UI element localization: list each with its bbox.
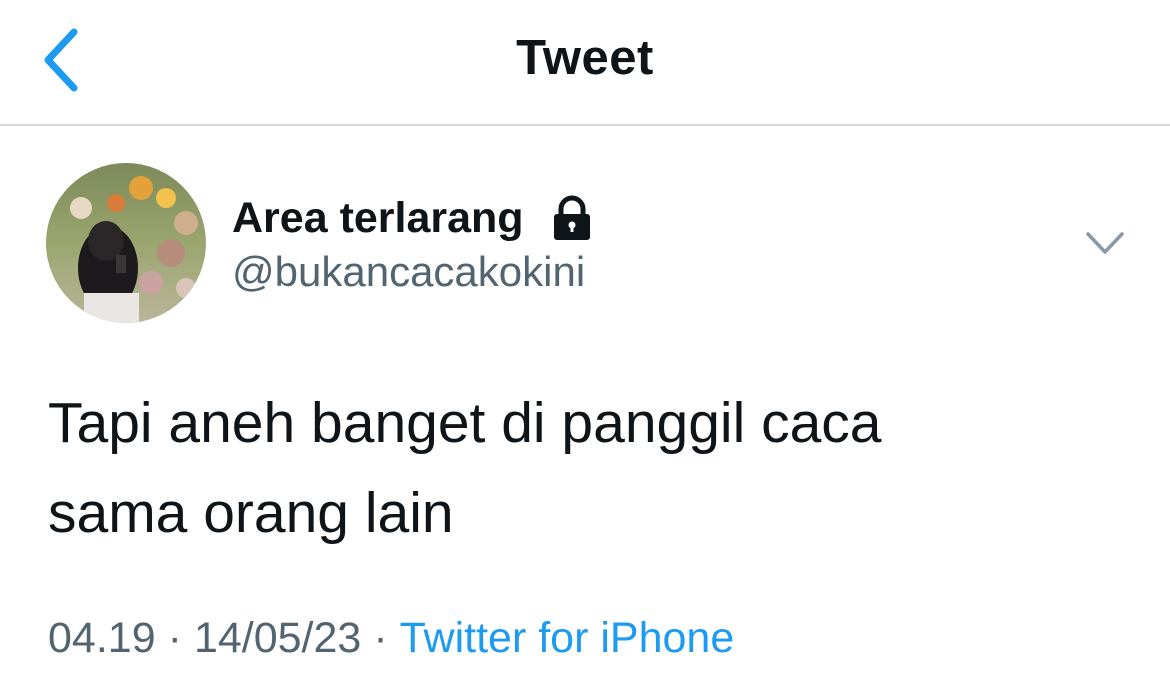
tweet-text-line: sama orang lain — [48, 481, 454, 545]
tweet-date: 14/05/23 — [193, 614, 362, 662]
chevron-down-icon — [1086, 232, 1124, 254]
lock-icon — [550, 195, 594, 241]
more-options-button[interactable] — [1082, 226, 1128, 262]
tweet-text-line: Tapi aneh banget di panggil caca — [48, 391, 882, 455]
tweet-meta: 04.19 · 14/05/23 · Twitter for iPhone — [48, 614, 734, 663]
avatar-image — [46, 163, 206, 323]
author-name-row: Area terlarang — [232, 190, 594, 246]
tweet-text: Tapi aneh banget di panggil caca sama or… — [48, 378, 1048, 558]
navigation-bar: Tweet — [0, 0, 1170, 126]
page-title: Tweet — [516, 31, 654, 85]
tweet-detail-screen: Tweet Area terlarang @bukancacakokini Ta… — [0, 0, 1170, 692]
meta-separator: · — [167, 614, 182, 662]
tweet-time: 04.19 — [48, 614, 156, 662]
avatar[interactable] — [46, 163, 206, 323]
tweet-source-link[interactable]: Twitter for iPhone — [400, 614, 735, 663]
meta-separator: · — [373, 614, 388, 662]
author-handle[interactable]: @bukancacakokini — [232, 248, 585, 296]
display-name[interactable]: Area terlarang — [232, 194, 524, 243]
